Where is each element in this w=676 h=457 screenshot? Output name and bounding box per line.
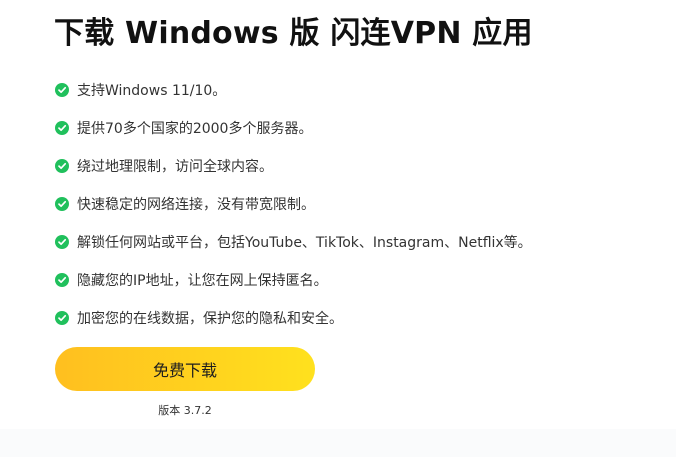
check-circle-icon bbox=[55, 82, 69, 97]
feature-text: 绕过地理限制，访问全球内容。 bbox=[77, 159, 273, 175]
feature-item: 加密您的在线数据，保护您的隐私和安全。 bbox=[55, 299, 655, 337]
check-circle-icon bbox=[55, 234, 69, 249]
feature-item: 隐藏您的IP地址，让您在网上保持匿名。 bbox=[55, 261, 655, 299]
check-circle-icon bbox=[55, 158, 69, 173]
feature-item: 支持Windows 11/10。 bbox=[55, 71, 655, 109]
check-circle-icon bbox=[55, 310, 69, 325]
check-circle-icon bbox=[55, 120, 69, 135]
bottom-band bbox=[0, 429, 676, 457]
feature-text: 隐藏您的IP地址，让您在网上保持匿名。 bbox=[77, 273, 328, 289]
feature-text: 加密您的在线数据，保护您的隐私和安全。 bbox=[77, 311, 343, 327]
feature-text: 解锁任何网站或平台，包括YouTube、TikTok、Instagram、Net… bbox=[77, 235, 532, 251]
feature-list: 支持Windows 11/10。 提供70多个国家的2000多个服务器。 绕过地… bbox=[55, 71, 655, 337]
feature-text: 快速稳定的网络连接，没有带宽限制。 bbox=[77, 197, 315, 213]
feature-text: 支持Windows 11/10。 bbox=[77, 83, 227, 99]
feature-item: 快速稳定的网络连接，没有带宽限制。 bbox=[55, 185, 655, 223]
feature-item: 绕过地理限制，访问全球内容。 bbox=[55, 147, 655, 185]
feature-item: 解锁任何网站或平台，包括YouTube、TikTok、Instagram、Net… bbox=[55, 223, 655, 261]
feature-text: 提供70多个国家的2000多个服务器。 bbox=[77, 121, 313, 137]
version-text: 版本 3.7.2 bbox=[158, 404, 212, 417]
download-page: 下载 Windows 版 闪连VPN 应用 支持Windows 11/10。 提… bbox=[0, 0, 676, 457]
check-circle-icon bbox=[55, 272, 69, 287]
feature-item: 提供70多个国家的2000多个服务器。 bbox=[55, 109, 655, 147]
free-download-button[interactable]: 免费下载 bbox=[55, 347, 315, 391]
check-circle-icon bbox=[55, 196, 69, 211]
page-title: 下载 Windows 版 闪连VPN 应用 bbox=[54, 16, 533, 51]
